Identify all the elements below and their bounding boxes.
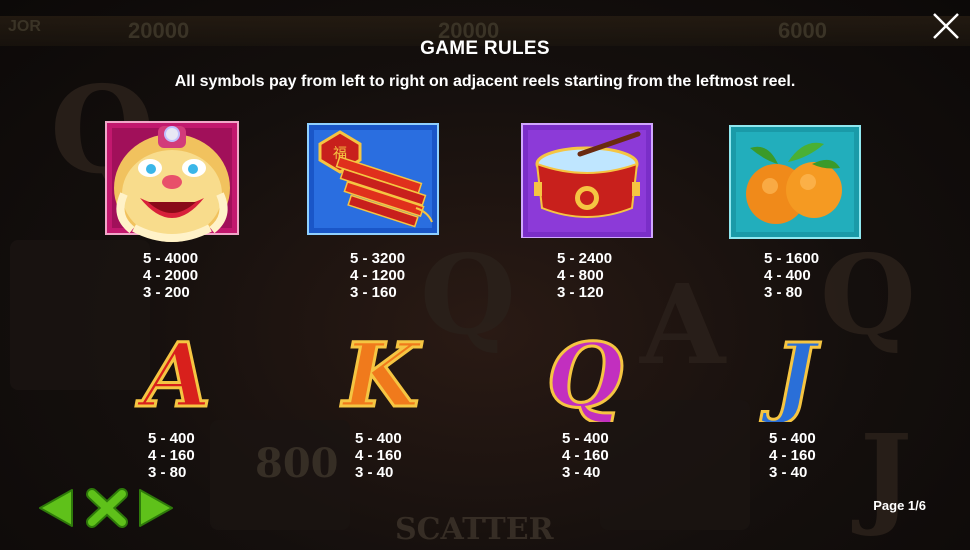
rules-description: All symbols pay from left to right on ad… [174,73,796,90]
pay-line: 3 - 160 [350,284,397,301]
pay-line: 3 - 40 [562,464,601,481]
letter-q-icon: Q [545,322,625,429]
letter-j-icon: J [759,322,823,429]
pay-line: 5 - 400 [148,430,195,447]
letter-k-glyph: K [340,323,423,422]
drum-icon [521,123,653,239]
symbol-letter-k: K [326,322,436,429]
letter-a-icon: A [134,322,212,429]
page-indicator: Page 1/6 [873,498,926,513]
paytable-letter-j: 5 - 400 4 - 160 3 - 40 [769,430,816,481]
symbol-letter-a: A [122,322,232,429]
arrow-left-icon [39,489,73,527]
page-title: GAME RULES [420,38,550,59]
exit-rules-button[interactable] [86,488,128,533]
letter-k-icon: K [338,322,424,429]
symbol-letter-j: J [740,322,850,429]
background-letter-a: A [640,260,726,389]
pay-line: 4 - 160 [562,447,609,464]
pay-line: 5 - 2400 [557,250,613,267]
background-letter-j: J [860,410,913,539]
pay-line: 4 - 160 [148,447,195,464]
background-jackpot-label: JOR [8,18,41,35]
previous-page-button[interactable] [38,488,74,533]
paytable-lion-dance: 5 - 4000 4 - 2000 3 - 200 [143,250,198,301]
oranges-icon [729,125,861,239]
letter-a-glyph: A [136,323,211,422]
firecrackers-icon: 福 [307,123,439,235]
x-icon [86,488,128,528]
next-page-button[interactable] [138,488,174,533]
paytable-letter-q: 5 - 400 4 - 160 3 - 40 [562,430,609,481]
pay-line: 3 - 200 [143,284,190,301]
pay-line: 5 - 400 [769,430,816,447]
pay-line: 3 - 80 [148,464,187,481]
pay-line: 4 - 2000 [143,267,199,284]
letter-q-glyph: Q [547,323,624,422]
pay-line: 4 - 160 [355,447,402,464]
pay-line: 3 - 80 [764,284,803,301]
arrow-right-icon [139,489,173,527]
paytable-letter-a: 5 - 400 4 - 160 3 - 80 [148,430,195,481]
pay-line: 4 - 1200 [350,267,406,284]
pay-line: 3 - 40 [769,464,808,481]
paytable-oranges: 5 - 1600 4 - 400 3 - 80 [764,250,819,301]
pay-line: 5 - 400 [562,430,609,447]
rules-navigation [38,488,178,528]
pay-line: 3 - 40 [355,464,394,481]
background-counter: 800 [255,440,339,487]
pay-line: 5 - 3200 [350,250,406,267]
symbol-oranges [728,124,864,244]
symbol-lion-dance [104,120,240,242]
letter-j-glyph: J [760,323,821,422]
pay-line: 4 - 160 [769,447,816,464]
symbol-drum [520,122,656,242]
paytable-drum: 5 - 2400 4 - 800 3 - 120 [557,250,612,301]
pay-line: 5 - 4000 [143,250,199,267]
background-scatter-label: SCATTER [395,512,554,547]
lion-dance-icon [105,121,239,242]
symbol-letter-q: Q [530,322,640,429]
pay-line: 5 - 400 [355,430,402,447]
pay-line: 5 - 1600 [764,250,820,267]
pay-line: 4 - 400 [764,267,811,284]
pay-line: 4 - 800 [557,267,604,284]
pay-line: 3 - 120 [557,284,604,301]
paytable-letter-k: 5 - 400 4 - 160 3 - 40 [355,430,402,481]
symbol-firecrackers: 福 [306,122,442,242]
paytable-firecrackers: 5 - 3200 4 - 1200 3 - 160 [350,250,405,301]
